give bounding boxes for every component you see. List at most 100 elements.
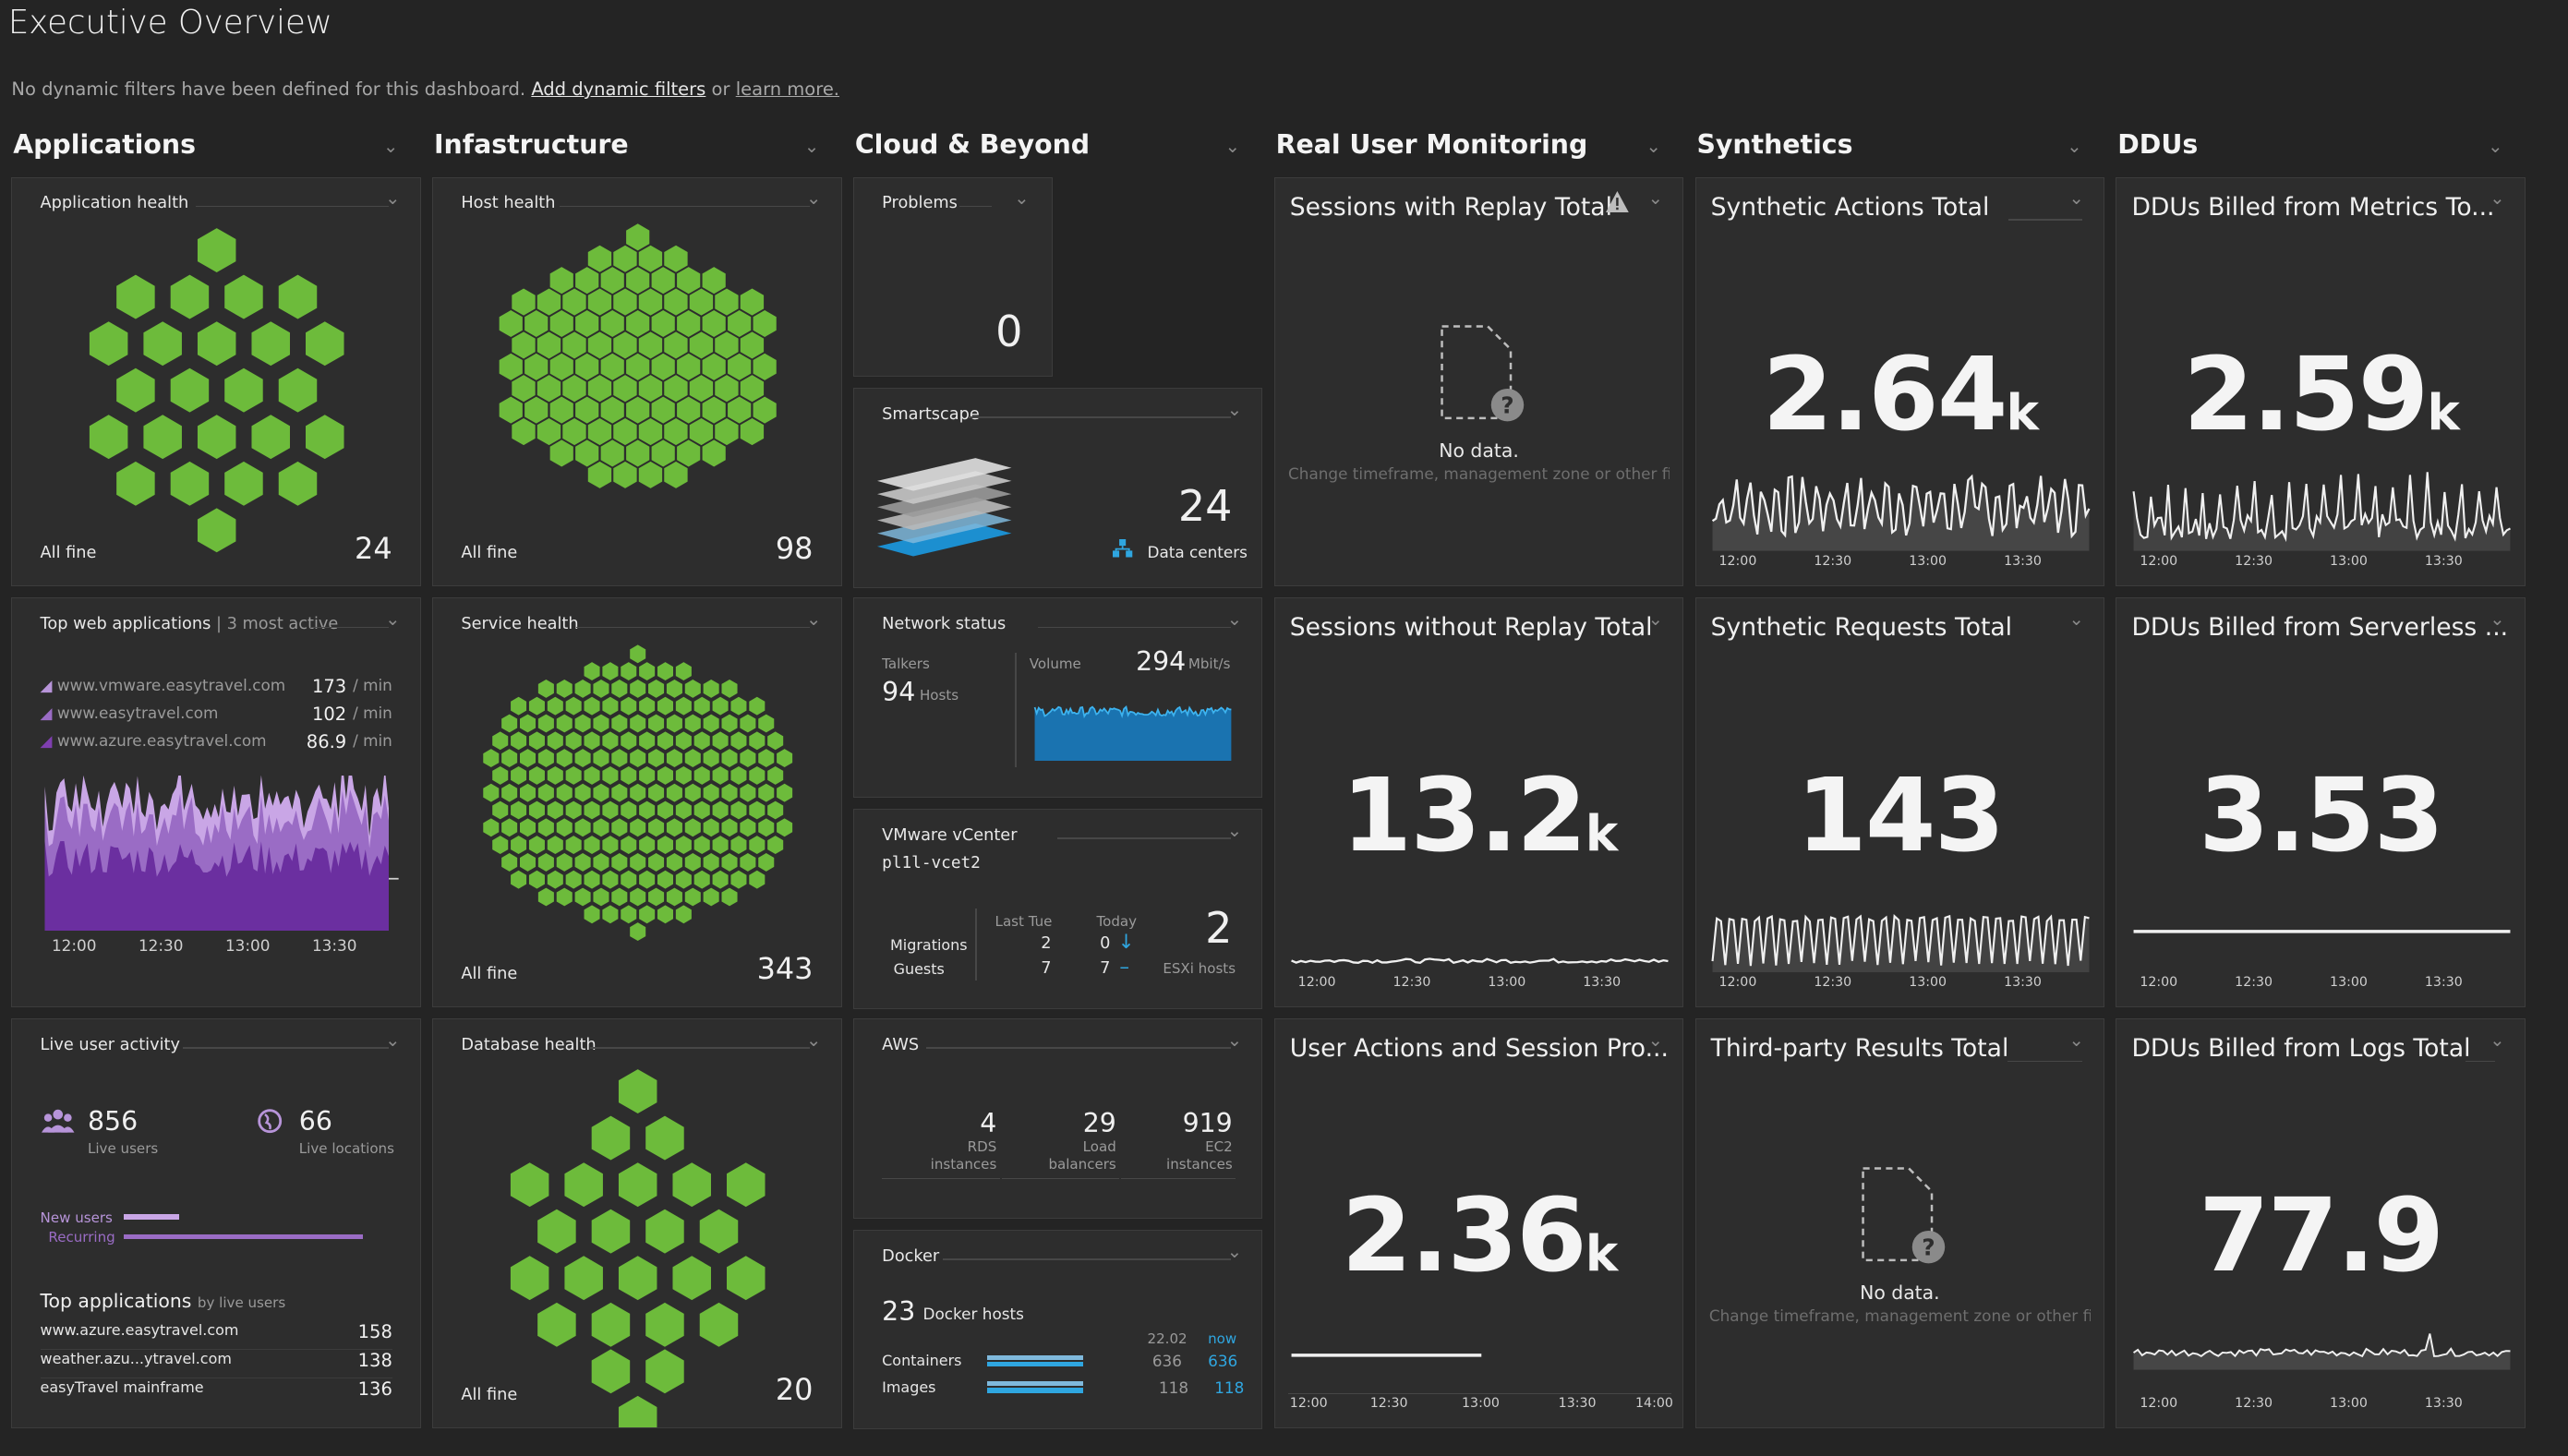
application-health-tile[interactable]: Application health ⌄ All fine 24 xyxy=(11,176,421,586)
tile-title: DDUs Billed from Serverless ... xyxy=(2131,613,2509,643)
user-actions-tile[interactable]: User Actions and Session Pro... ⌄ 2.36k … xyxy=(1273,1018,1684,1428)
health-hexagon xyxy=(684,784,702,802)
synthetic-requests-tile[interactable]: Synthetic Requests Total ⌄ 143 12:00 12:… xyxy=(1694,597,2105,1007)
health-hexagon xyxy=(621,836,637,855)
chevron-down-icon[interactable]: ⌄ xyxy=(383,136,398,158)
health-hexagon xyxy=(638,288,663,316)
chevron-down-icon[interactable]: ⌄ xyxy=(2490,187,2504,210)
add-dynamic-filters-link[interactable]: Add dynamic filters xyxy=(531,78,705,100)
health-hexagon xyxy=(689,331,714,358)
smartscape-layers-icon xyxy=(876,457,1012,557)
problems-tile[interactable]: Problems ⌄ 0 xyxy=(853,176,1054,377)
synthetic-actions-tile[interactable]: Synthetic Actions Total ⌄ 2.64k 12:00 12… xyxy=(1694,176,2105,586)
health-hexagon xyxy=(639,871,656,889)
health-hexagon xyxy=(511,766,527,786)
rds-instances-stat[interactable]: 4 RDS instances xyxy=(882,1108,1000,1179)
health-hexagon xyxy=(584,800,600,820)
chevron-down-icon[interactable]: ⌄ xyxy=(1648,608,1663,631)
health-hexagon xyxy=(630,887,646,907)
host-health-tile[interactable]: Host health ⌄ All fine 98 xyxy=(432,176,842,586)
chevron-down-icon[interactable]: ⌄ xyxy=(1227,820,1242,842)
live-user-activity-tile[interactable]: Live user activity ⌄ 856 Live users 66 L… xyxy=(11,1018,421,1428)
third-party-results-tile[interactable]: Third-party Results Total ⌄ ? No data. C… xyxy=(1694,1018,2105,1428)
top-web-applications-tile[interactable]: Top web applications | 3 most active ⌄ ◢… xyxy=(11,597,421,1007)
esxi-hosts-count: 2 xyxy=(1205,903,1233,954)
chevron-down-icon[interactable]: ⌄ xyxy=(385,608,400,631)
chevron-down-icon[interactable]: ⌄ xyxy=(1227,1241,1242,1263)
health-hexagon xyxy=(575,309,599,337)
health-hexagon xyxy=(699,1303,739,1347)
chevron-down-icon[interactable]: ⌄ xyxy=(2068,1029,2083,1052)
chevron-down-icon[interactable]: ⌄ xyxy=(2068,187,2083,210)
health-hexagon xyxy=(613,461,637,488)
chevron-down-icon[interactable]: ⌄ xyxy=(1227,1029,1242,1052)
chevron-down-icon[interactable]: ⌄ xyxy=(2068,608,2083,631)
health-hexagon xyxy=(611,680,628,699)
health-hexagon xyxy=(638,461,663,488)
list-item[interactable]: easyTravel mainframe 136 xyxy=(41,1378,392,1406)
chevron-down-icon[interactable]: ⌄ xyxy=(2490,1029,2504,1052)
recurring-users-bar xyxy=(124,1233,364,1239)
ddus-serverless-tile[interactable]: DDUs Billed from Serverless ... ⌄ 3.53 1… xyxy=(2116,597,2526,1007)
chevron-down-icon[interactable]: ⌄ xyxy=(1014,187,1029,210)
health-hexagon xyxy=(638,245,663,272)
chevron-down-icon[interactable]: ⌄ xyxy=(804,136,819,158)
list-item[interactable]: weather.azu...ytravel.com 138 xyxy=(40,1350,392,1378)
chevron-down-icon[interactable]: ⌄ xyxy=(1648,1029,1663,1052)
chevron-down-icon[interactable]: ⌄ xyxy=(1227,399,1242,421)
health-hexagon xyxy=(584,731,600,751)
load-balancers-stat[interactable]: 29 Load balancers xyxy=(1001,1108,1120,1179)
sessions-without-replay-tile[interactable]: Sessions without Replay Total ⌄ 13.2k 12… xyxy=(1273,597,1684,1007)
chevron-down-icon[interactable]: ⌄ xyxy=(1646,136,1660,158)
chevron-down-icon[interactable]: ⌄ xyxy=(2490,608,2504,631)
warning-icon[interactable] xyxy=(1606,190,1629,212)
metric-value: 2.36k xyxy=(1341,1176,1619,1295)
chevron-down-icon[interactable]: ⌄ xyxy=(2067,136,2081,158)
service-health-tile[interactable]: Service health ⌄ All fine 343 xyxy=(432,597,842,1007)
health-hexagon xyxy=(621,905,637,924)
time-tick: 12:00 xyxy=(51,935,97,955)
database-health-tile[interactable]: Database health ⌄ All fine 20 xyxy=(432,1018,842,1428)
health-hexagon xyxy=(630,784,646,802)
health-hexagon xyxy=(749,731,766,751)
ec2-instances-stat[interactable]: 919 EC2 instances xyxy=(1121,1108,1236,1179)
health-hexagon xyxy=(198,507,236,552)
chevron-down-icon[interactable]: ⌄ xyxy=(1648,187,1663,210)
health-hexagon xyxy=(198,227,236,272)
list-item[interactable]: ◢ www.vmware.easytravel.com 173 / min xyxy=(41,676,392,704)
health-hexagon xyxy=(600,439,625,467)
chevron-down-icon[interactable]: ⌄ xyxy=(2488,136,2502,158)
chevron-down-icon[interactable]: ⌄ xyxy=(1227,608,1242,631)
health-hexagon xyxy=(664,374,688,402)
aws-tile[interactable]: AWS ⌄ 4 RDS instances 29 Load balancers … xyxy=(853,1018,1263,1219)
network-status-tile[interactable]: Network status ⌄ Talkers 94 Hosts Volume… xyxy=(853,597,1263,798)
ddus-logs-tile[interactable]: DDUs Billed from Logs Total ⌄ 77.9 12:00… xyxy=(2116,1018,2526,1428)
health-hexagon xyxy=(565,800,582,820)
time-tick: 12:30 xyxy=(138,935,184,955)
list-item[interactable]: www.azure.easytravel.com 158 xyxy=(40,1321,392,1350)
chevron-down-icon[interactable]: ⌄ xyxy=(385,1029,400,1052)
health-hexagon xyxy=(548,836,564,855)
images-bar-now xyxy=(986,1388,1084,1393)
health-hexagon xyxy=(621,731,637,751)
tile-title: Sessions with Replay Total xyxy=(1289,192,1612,222)
health-hexagon xyxy=(767,800,784,820)
health-hexagon xyxy=(677,439,701,467)
vmware-vcenter-tile[interactable]: VMware vCenter ⌄ pl1l-vcet2 Last Tue Tod… xyxy=(853,809,1263,1009)
health-hexagon xyxy=(529,731,546,751)
divider xyxy=(182,1047,390,1050)
health-hexagon xyxy=(684,853,702,872)
list-item[interactable]: ◢ www.easytravel.com 102 / min xyxy=(41,704,392,731)
health-hexagon xyxy=(728,396,752,424)
health-hexagon xyxy=(753,396,777,424)
health-hexagon xyxy=(703,887,719,907)
chevron-down-icon[interactable]: ⌄ xyxy=(1225,136,1240,158)
ddus-metrics-tile[interactable]: DDUs Billed from Metrics To... ⌄ 2.59k 1… xyxy=(2116,176,2526,586)
sparkline xyxy=(2132,1333,2511,1370)
docker-hosts-count: 23 xyxy=(882,1295,916,1327)
list-item[interactable]: ◢ www.azure.easytravel.com 86.9 / min xyxy=(41,731,392,759)
sessions-with-replay-tile[interactable]: Sessions with Replay Total ⌄ ? No data. … xyxy=(1273,176,1684,586)
smartscape-tile[interactable]: Smartscape ⌄ 24 Data centers xyxy=(853,388,1263,588)
docker-tile[interactable]: Docker ⌄ 23 Docker hosts 22.02 now Conta… xyxy=(853,1229,1263,1430)
learn-more-link[interactable]: learn more. xyxy=(736,78,839,100)
